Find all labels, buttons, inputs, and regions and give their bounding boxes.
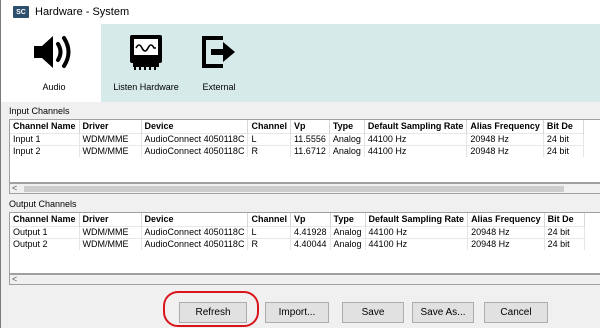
table-row[interactable]: Input 1 WDM/MME AudioConnect 4050118C L …	[10, 133, 584, 145]
cell-type[interactable]: Analog	[329, 145, 365, 157]
cell-channel-name[interactable]: Output 1	[10, 226, 80, 238]
cell-channel-name[interactable]: Output 2	[10, 238, 80, 250]
cell-bit-depth[interactable]: 24 bit	[544, 226, 585, 238]
cell-type[interactable]: Analog	[329, 133, 365, 145]
cell-alias-frequency[interactable]: 20948 Hz	[467, 226, 545, 238]
column-header[interactable]: Alias Frequency	[467, 213, 545, 226]
cell-bit-depth[interactable]: 24 bit	[543, 145, 584, 157]
column-header[interactable]: Default Sampling Rate	[365, 213, 469, 226]
cell-vp[interactable]: 11.5556	[290, 133, 330, 145]
cell-device[interactable]: AudioConnect 4050118C	[141, 133, 249, 145]
toolbar-item-external[interactable]: External	[189, 28, 249, 98]
toolbar-item-label: External	[202, 82, 236, 92]
table-row[interactable]: Output 2 WDM/MME AudioConnect 4050118C R…	[10, 238, 585, 250]
cell-alias-frequency[interactable]: 20948 Hz	[466, 145, 544, 157]
cell-default-sampling-rate[interactable]: 44100 Hz	[365, 238, 469, 250]
column-header[interactable]: Type	[329, 120, 365, 133]
column-header[interactable]: Channel Name	[10, 120, 80, 133]
window-title: Hardware - System	[35, 6, 130, 18]
cancel-button[interactable]: Cancel	[484, 302, 548, 323]
cell-channel-name[interactable]: Input 2	[10, 145, 80, 157]
toolbar-item-label: Listen Hardware	[113, 82, 179, 92]
column-header[interactable]: Device	[141, 120, 249, 133]
title-bar: SC Hardware - System	[1, 0, 600, 24]
input-channels-grid[interactable]: Channel Name Driver Device Channel Vp Ty…	[9, 119, 600, 183]
save-button[interactable]: Save	[342, 302, 404, 323]
input-channels-label: Input Channels	[9, 106, 70, 116]
column-header[interactable]: Bit De	[544, 213, 585, 226]
output-channels-hscrollbar[interactable]: <	[9, 274, 600, 285]
column-header[interactable]: Vp	[290, 213, 331, 226]
cell-bit-depth[interactable]: 24 bit	[543, 133, 584, 145]
cell-channel-name[interactable]: Input 1	[10, 133, 80, 145]
toolbar-item-label: Audio	[42, 82, 66, 92]
app-icon: SC	[13, 6, 29, 18]
cell-default-sampling-rate[interactable]: 44100 Hz	[364, 145, 468, 157]
table-row[interactable]: Output 1 WDM/MME AudioConnect 4050118C L…	[10, 226, 585, 238]
cell-channel[interactable]: R	[247, 238, 291, 250]
cell-alias-frequency[interactable]: 20948 Hz	[466, 133, 544, 145]
column-header[interactable]: Default Sampling Rate	[364, 120, 468, 133]
cell-alias-frequency[interactable]: 20948 Hz	[467, 238, 545, 250]
cell-driver[interactable]: WDM/MME	[79, 226, 142, 238]
scrollbar-thumb[interactable]	[24, 186, 564, 192]
cell-vp[interactable]: 11.6712	[290, 145, 330, 157]
cell-default-sampling-rate[interactable]: 44100 Hz	[365, 226, 469, 238]
table-row[interactable]: Input 2 WDM/MME AudioConnect 4050118C R …	[10, 145, 584, 157]
output-channels-grid[interactable]: Channel Name Driver Device Channel Vp Ty…	[9, 212, 600, 274]
cell-driver[interactable]: WDM/MME	[79, 133, 142, 145]
input-channels-hscrollbar[interactable]: <	[9, 183, 600, 194]
column-header[interactable]: Alias Frequency	[466, 120, 544, 133]
column-header[interactable]: Channel	[247, 213, 291, 226]
sound-card-icon	[122, 28, 170, 76]
cell-vp[interactable]: 4.41928	[290, 226, 331, 238]
toolbar: Audio Listen Hardware External	[1, 24, 600, 102]
save-as-button[interactable]: Save As...	[412, 302, 474, 323]
table-header-row: Channel Name Driver Device Channel Vp Ty…	[10, 120, 584, 133]
column-header[interactable]: Vp	[290, 120, 330, 133]
external-arrow-icon	[195, 28, 243, 76]
cell-channel[interactable]: L	[247, 133, 291, 145]
cell-device[interactable]: AudioConnect 4050118C	[141, 226, 249, 238]
cell-device[interactable]: AudioConnect 4050118C	[141, 145, 249, 157]
column-header[interactable]: Channel	[247, 120, 291, 133]
column-header[interactable]: Driver	[79, 120, 142, 133]
column-header[interactable]: Type	[330, 213, 366, 226]
scroll-left-arrow-icon[interactable]: <	[12, 183, 17, 193]
speaker-icon	[30, 28, 78, 76]
column-header[interactable]: Device	[141, 213, 249, 226]
toolbar-item-audio[interactable]: Audio	[29, 28, 79, 98]
cell-vp[interactable]: 4.40044	[290, 238, 331, 250]
cell-type[interactable]: Analog	[330, 226, 366, 238]
cell-bit-depth[interactable]: 24 bit	[544, 238, 585, 250]
import-button[interactable]: Import...	[265, 302, 329, 323]
cell-driver[interactable]: WDM/MME	[79, 238, 142, 250]
hardware-system-window: SC Hardware - System Audio Listen Hardwa…	[0, 0, 600, 328]
scroll-left-arrow-icon[interactable]: <	[12, 274, 17, 284]
cell-device[interactable]: AudioConnect 4050118C	[141, 238, 249, 250]
column-header[interactable]: Driver	[79, 213, 142, 226]
cell-driver[interactable]: WDM/MME	[79, 145, 142, 157]
column-header[interactable]: Bit De	[543, 120, 584, 133]
toolbar-item-listen-hardware[interactable]: Listen Hardware	[105, 28, 187, 98]
cell-channel[interactable]: L	[247, 226, 291, 238]
column-header[interactable]: Channel Name	[10, 213, 80, 226]
cell-channel[interactable]: R	[247, 145, 291, 157]
cell-default-sampling-rate[interactable]: 44100 Hz	[364, 133, 468, 145]
refresh-button[interactable]: Refresh	[179, 302, 247, 323]
cell-type[interactable]: Analog	[330, 238, 366, 250]
output-channels-label: Output Channels	[9, 199, 77, 209]
table-header-row: Channel Name Driver Device Channel Vp Ty…	[10, 213, 585, 226]
